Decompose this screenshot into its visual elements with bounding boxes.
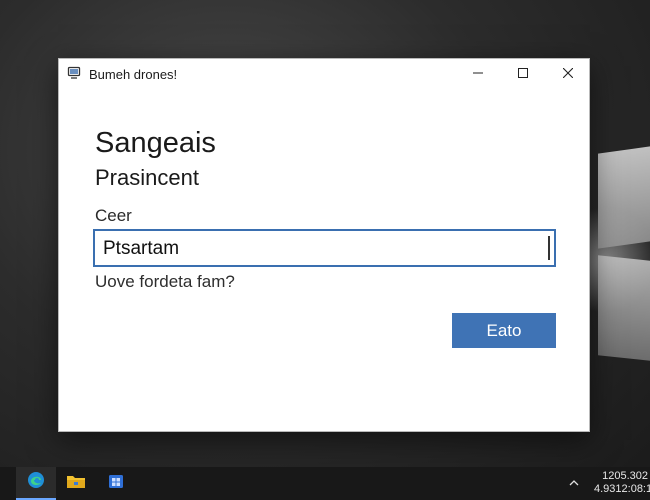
chevron-up-icon[interactable] (566, 475, 582, 491)
text-cursor (548, 236, 550, 260)
taskbar-store-button[interactable] (96, 467, 136, 500)
minimize-button[interactable] (455, 59, 501, 89)
taskbar-clock[interactable]: 1205.302 4.9312:08:1 (594, 470, 650, 496)
store-icon (107, 472, 125, 495)
clock-time: 1205.302 (602, 470, 648, 482)
forgot-link[interactable]: Uove fordeta fam? (95, 272, 235, 292)
taskbar: 1205.302 4.9312:08:1 (0, 467, 650, 500)
primary-button[interactable]: Eato (452, 313, 556, 348)
text-input[interactable]: Ptsartam (93, 229, 556, 267)
close-button[interactable] (545, 59, 591, 89)
text-input-value: Ptsartam (103, 238, 180, 259)
maximize-button[interactable] (500, 59, 546, 89)
taskbar-file-explorer-button[interactable] (56, 467, 96, 500)
taskbar-edge-button[interactable] (16, 467, 56, 500)
clock-date: 4.9312:08:1 (594, 483, 650, 495)
app-window-icon (67, 66, 81, 80)
title-bar[interactable]: Bumeh drones! (59, 59, 589, 89)
maximize-icon (518, 65, 528, 83)
window-title: Bumeh drones! (89, 67, 178, 82)
dialog-heading: Sangeais (95, 127, 216, 159)
wallpaper-pane (598, 255, 650, 361)
minimize-icon (473, 65, 483, 83)
close-icon (562, 65, 574, 83)
edge-icon (26, 470, 46, 495)
file-explorer-icon (66, 472, 86, 495)
dialog-subheading: Prasincent (95, 165, 199, 190)
dialog-window: Bumeh drones! Sangeais Prasincent Ceer P… (58, 58, 590, 432)
wallpaper-pane (598, 146, 650, 249)
field-label: Ceer (95, 206, 132, 225)
